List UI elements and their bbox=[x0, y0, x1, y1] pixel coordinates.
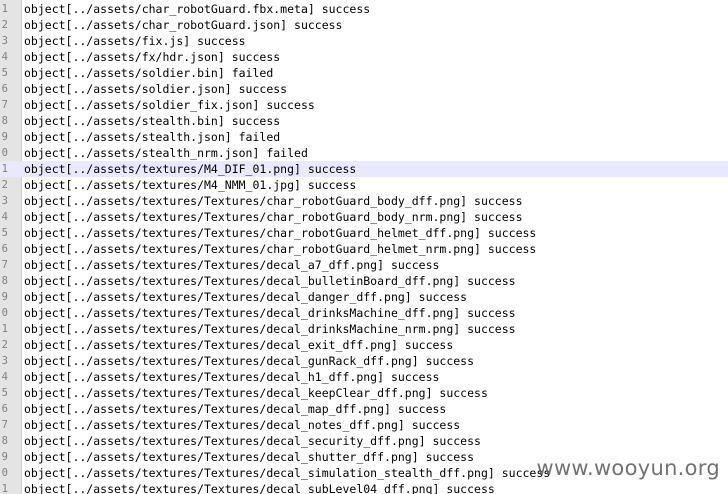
editor-line[interactable]: 3 object[../assets/fix.js] success bbox=[0, 33, 728, 49]
line-text: object[../assets/soldier_fix.json] succe… bbox=[24, 98, 315, 112]
editor-line[interactable]: 9 object[../assets/textures/Textures/deca… bbox=[0, 289, 728, 305]
line-text: object[../assets/textures/Textures/char_… bbox=[24, 242, 537, 256]
editor-line[interactable]: 2 object[../assets/textures/M4_NMM_01.jpg… bbox=[0, 177, 728, 193]
line-text: object[../assets/soldier.bin] failed bbox=[24, 66, 274, 80]
line-text: object[../assets/textures/Textures/decal… bbox=[24, 290, 468, 304]
editor-line[interactable]: 0 object[../assets/textures/Textures/deca… bbox=[0, 305, 728, 321]
line-text: object[../assets/textures/Textures/char_… bbox=[24, 194, 523, 208]
line-number: 8 bbox=[1, 115, 8, 127]
line-text: object[../assets/textures/M4_NMM_01.jpg]… bbox=[24, 178, 357, 192]
line-number: 5 bbox=[1, 67, 8, 79]
line-number: 8 bbox=[1, 435, 8, 447]
editor-line[interactable]: 7 object[../assets/textures/Textures/deca… bbox=[0, 417, 728, 433]
line-number: 7 bbox=[1, 99, 8, 111]
line-number: 0 bbox=[1, 467, 8, 479]
line-text: object[../assets/textures/Textures/decal… bbox=[24, 370, 440, 384]
line-number: 8 bbox=[1, 275, 8, 287]
line-text: object[../assets/textures/Textures/decal… bbox=[24, 354, 475, 368]
line-number: 3 bbox=[1, 35, 8, 47]
line-number: 0 bbox=[1, 147, 8, 159]
line-text: object[../assets/fix.js] success bbox=[24, 34, 246, 48]
line-text: object[../assets/stealth_nrm.json] faile… bbox=[24, 146, 308, 160]
line-number: 1 bbox=[1, 483, 8, 494]
line-number: 9 bbox=[1, 291, 8, 303]
current-line[interactable]: 1 object[../assets/textures/M4_DIF_01.png… bbox=[0, 161, 728, 177]
editor-line[interactable]: 1 object[../assets/char_robotGuard.fbx.me… bbox=[0, 1, 728, 17]
editor-line[interactable]: 0 object[../assets/textures/Textures/deca… bbox=[0, 465, 728, 481]
line-number: 3 bbox=[1, 195, 8, 207]
line-text: object[../assets/fx/hdr.json] success bbox=[24, 50, 281, 64]
line-number: 6 bbox=[1, 243, 8, 255]
line-text: object[../assets/stealth.bin] success bbox=[24, 114, 281, 128]
line-number: 6 bbox=[1, 403, 8, 415]
line-number: 1 bbox=[1, 323, 8, 335]
line-number: 4 bbox=[1, 371, 8, 383]
editor-line[interactable]: 4 object[../assets/fx/hdr.json] success bbox=[0, 49, 728, 65]
line-text: object[../assets/textures/Textures/decal… bbox=[24, 466, 551, 480]
editor-line[interactable]: 8 object[../assets/textures/Textures/deca… bbox=[0, 433, 728, 449]
line-number: 9 bbox=[1, 451, 8, 463]
editor-line[interactable]: 8 object[../assets/stealth.bin] success bbox=[0, 113, 728, 129]
editor-line[interactable]: 3 object[../assets/textures/Textures/char… bbox=[0, 193, 728, 209]
line-number: 9 bbox=[1, 131, 8, 143]
line-number: 6 bbox=[1, 83, 8, 95]
line-text: object[../assets/soldier.json] success bbox=[24, 82, 288, 96]
line-number: 1 bbox=[1, 3, 8, 15]
line-text: object[../assets/textures/Textures/decal… bbox=[24, 418, 461, 432]
line-number: 1 bbox=[1, 163, 8, 175]
line-number: 2 bbox=[1, 179, 8, 191]
editor-line[interactable]: 6 object[../assets/soldier.json] success bbox=[0, 81, 728, 97]
editor-line[interactable]: 8 object[../assets/textures/Textures/deca… bbox=[0, 273, 728, 289]
editor-line[interactable]: 5 object[../assets/textures/Textures/deca… bbox=[0, 385, 728, 401]
line-text: object[../assets/textures/Textures/char_… bbox=[24, 210, 523, 224]
line-text: object[../assets/textures/Textures/decal… bbox=[24, 450, 475, 464]
line-text: object[../assets/textures/Textures/decal… bbox=[24, 482, 495, 494]
line-text: object[../assets/textures/Textures/decal… bbox=[24, 258, 440, 272]
editor-line[interactable]: 5 object[../assets/textures/Textures/char… bbox=[0, 225, 728, 241]
line-text: object[../assets/char_robotGuard.fbx.met… bbox=[24, 2, 371, 16]
line-number: 5 bbox=[1, 387, 8, 399]
line-number: 2 bbox=[1, 19, 8, 31]
line-number: 2 bbox=[1, 339, 8, 351]
editor-line[interactable]: 9 object[../assets/textures/Textures/deca… bbox=[0, 449, 728, 465]
line-text: object[../assets/textures/Textures/decal… bbox=[24, 386, 488, 400]
line-number: 0 bbox=[1, 307, 8, 319]
line-text: object[../assets/textures/Textures/decal… bbox=[24, 402, 447, 416]
line-number: 4 bbox=[1, 51, 8, 63]
editor-lines[interactable]: 1 object[../assets/char_robotGuard.fbx.me… bbox=[0, 1, 728, 494]
line-text: object[../assets/stealth.json] failed bbox=[24, 130, 281, 144]
line-text: object[../assets/textures/Textures/decal… bbox=[24, 306, 516, 320]
editor-line[interactable]: 3 object[../assets/textures/Textures/deca… bbox=[0, 353, 728, 369]
editor-line[interactable]: 2 object[../assets/textures/Textures/deca… bbox=[0, 337, 728, 353]
editor-line[interactable]: 4 object[../assets/textures/Textures/deca… bbox=[0, 369, 728, 385]
line-number: 3 bbox=[1, 355, 8, 367]
line-text: object[../assets/textures/Textures/decal… bbox=[24, 434, 481, 448]
line-number: 4 bbox=[1, 211, 8, 223]
text-editor[interactable]: 1 object[../assets/char_robotGuard.fbx.me… bbox=[0, 0, 728, 494]
line-text: object[../assets/textures/M4_DIF_01.png]… bbox=[24, 162, 357, 176]
editor-line[interactable]: 5 object[../assets/soldier.bin] failed bbox=[0, 65, 728, 81]
editor-line[interactable]: 2 object[../assets/char_robotGuard.json] … bbox=[0, 17, 728, 33]
line-text: object[../assets/textures/Textures/char_… bbox=[24, 226, 537, 240]
line-text: object[../assets/textures/Textures/decal… bbox=[24, 322, 516, 336]
editor-line[interactable]: 6 object[../assets/textures/Textures/char… bbox=[0, 241, 728, 257]
line-text: object[../assets/textures/Textures/decal… bbox=[24, 338, 454, 352]
editor-line[interactable]: 1 object[../assets/textures/Textures/deca… bbox=[0, 321, 728, 337]
editor-line[interactable]: 4 object[../assets/textures/Textures/char… bbox=[0, 209, 728, 225]
editor-line[interactable]: 7 object[../assets/textures/Textures/deca… bbox=[0, 257, 728, 273]
line-number: 7 bbox=[1, 259, 8, 271]
line-text: object[../assets/char_robotGuard.json] s… bbox=[24, 18, 343, 32]
editor-line[interactable]: 1 object[../assets/textures/Textures/deca… bbox=[0, 481, 728, 494]
editor-line[interactable]: 6 object[../assets/textures/Textures/deca… bbox=[0, 401, 728, 417]
line-number: 5 bbox=[1, 227, 8, 239]
editor-line[interactable]: 7 object[../assets/soldier_fix.json] succ… bbox=[0, 97, 728, 113]
editor-line[interactable]: 0 object[../assets/stealth_nrm.json] fail… bbox=[0, 145, 728, 161]
line-text: object[../assets/textures/Textures/decal… bbox=[24, 274, 516, 288]
editor-line[interactable]: 9 object[../assets/stealth.json] failed bbox=[0, 129, 728, 145]
line-number: 7 bbox=[1, 419, 8, 431]
